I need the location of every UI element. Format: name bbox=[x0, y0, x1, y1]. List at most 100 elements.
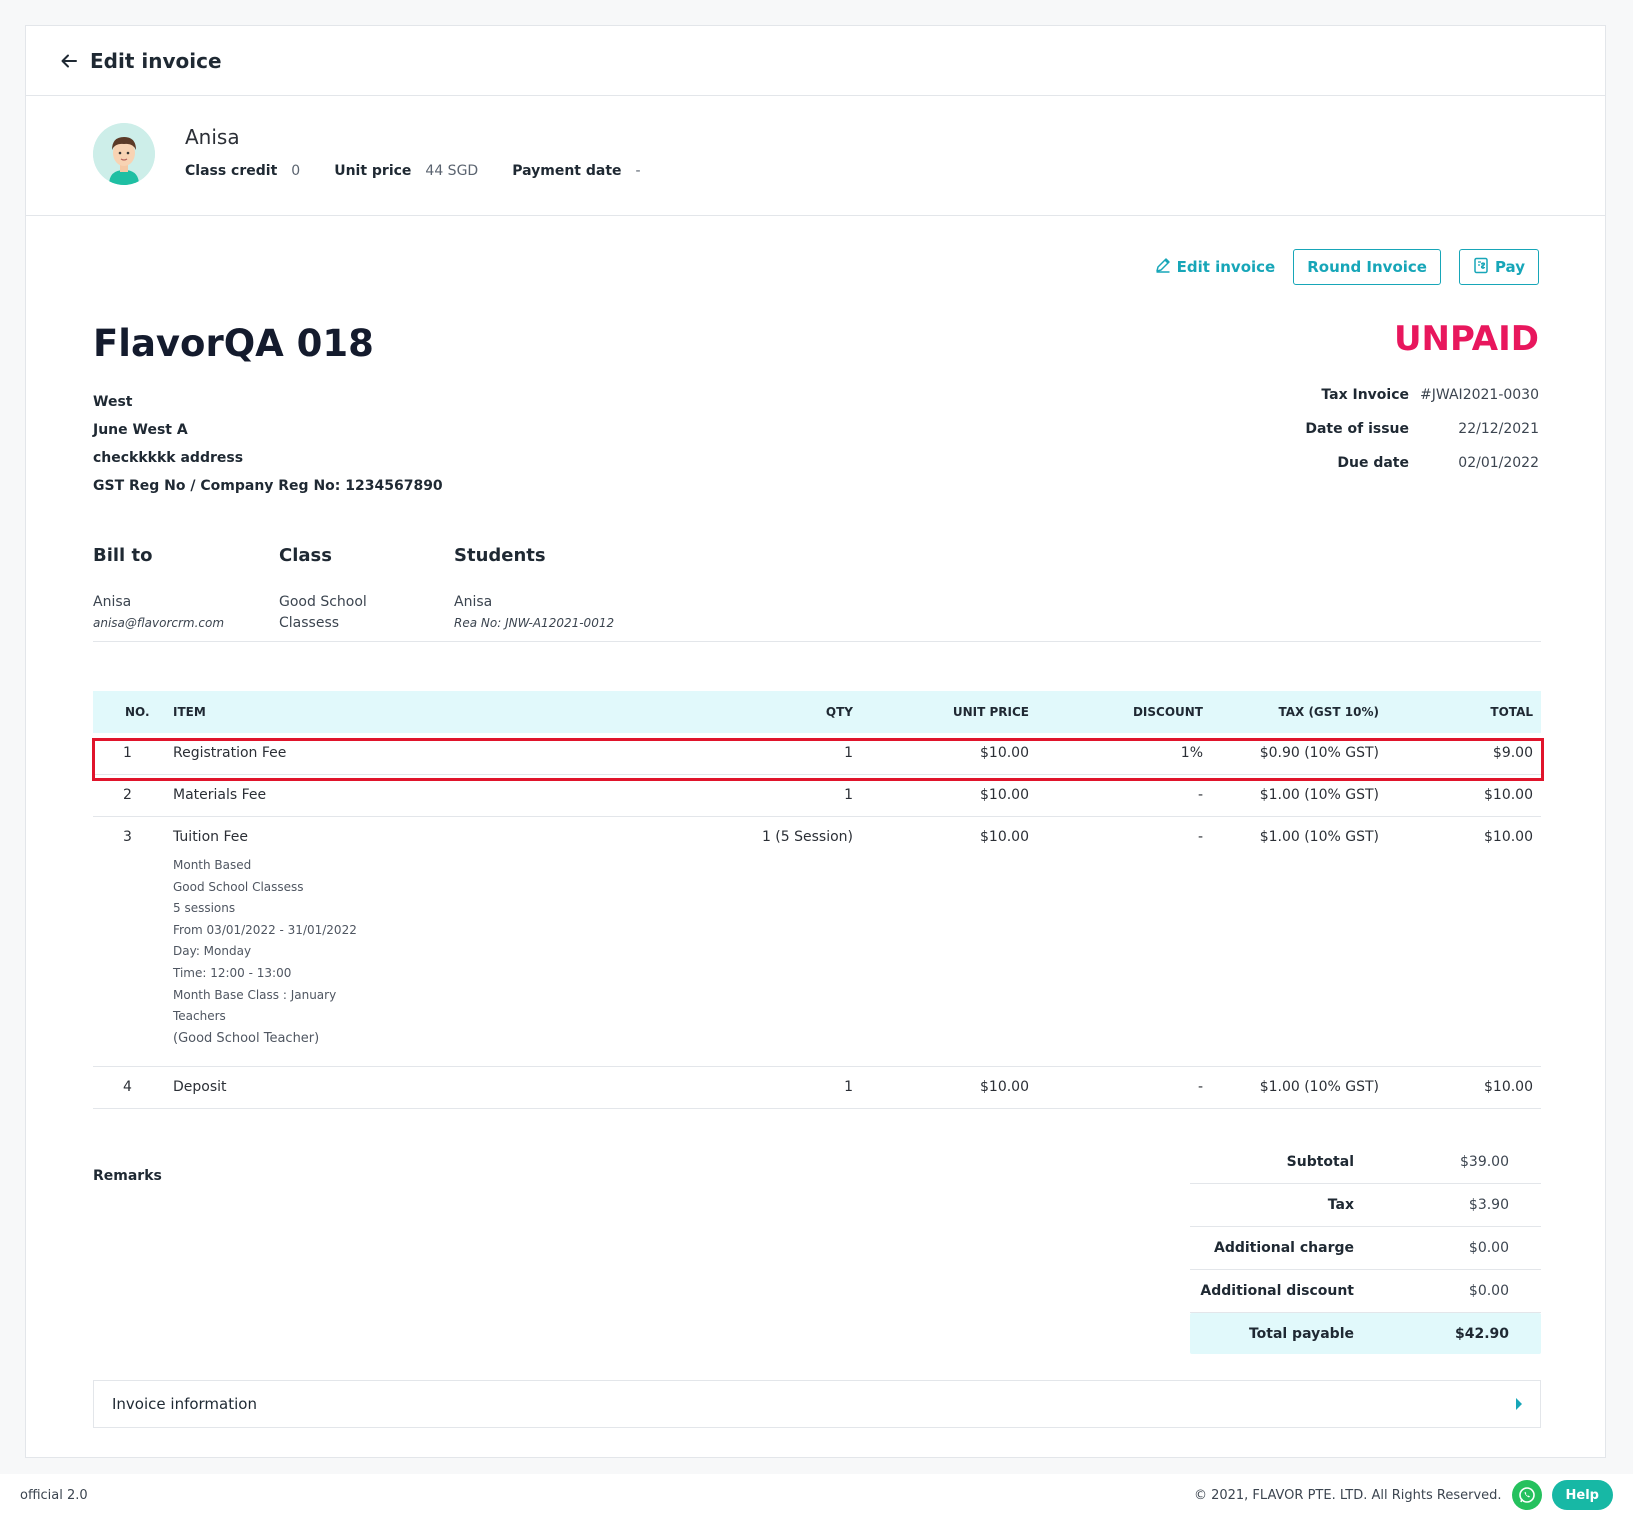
bill-to-email: anisa@flavorcrm.com bbox=[93, 616, 225, 630]
whatsapp-icon[interactable] bbox=[1511, 1480, 1542, 1510]
row-qty: 1 bbox=[844, 745, 853, 761]
row-item: Deposit bbox=[173, 1079, 227, 1095]
student-name: Anisa bbox=[454, 594, 493, 610]
version-text: official 2.0 bbox=[20, 1487, 88, 1503]
total-label: Total payable bbox=[1248, 1325, 1354, 1342]
address-line: West bbox=[93, 394, 133, 410]
table-header: NO. ITEM QTY UNIT PRICE DISCOUNT TAX (GS… bbox=[93, 691, 1541, 733]
total-payable-row: Total payable $42.90 bbox=[1190, 1313, 1541, 1354]
edit-invoice-button[interactable]: Edit invoice bbox=[1155, 257, 1276, 277]
row-total: $10.00 bbox=[1484, 1079, 1533, 1095]
col-total: TOTAL bbox=[1490, 705, 1533, 719]
table-row: 4 Deposit 1 $10.00 - $1.00 (10% GST) $10… bbox=[93, 1067, 1541, 1109]
payment-date-value: - bbox=[635, 163, 641, 179]
row-no: 3 bbox=[123, 829, 132, 845]
row-tax: $1.00 (10% GST) bbox=[1259, 787, 1379, 803]
table-row: 1 Registration Fee 1 $10.00 1% $0.90 (10… bbox=[93, 733, 1541, 775]
total-label: Additional discount bbox=[1200, 1283, 1354, 1299]
invoice-information-toggle[interactable]: Invoice information bbox=[93, 1380, 1541, 1428]
col-no: NO. bbox=[125, 705, 150, 719]
detail-line: Month Base Class : January bbox=[173, 987, 337, 1002]
row-item: Materials Fee bbox=[173, 787, 267, 803]
row-discount: - bbox=[1197, 787, 1203, 803]
meta-value: 22/12/2021 bbox=[1458, 421, 1539, 437]
class-column: Class Good School Classess bbox=[279, 545, 367, 634]
bill-to-heading: Bill to bbox=[93, 545, 153, 566]
unit-price-value: 44 SGD bbox=[425, 163, 479, 179]
row-unit-price: $10.00 bbox=[980, 1079, 1029, 1095]
row-tax: $0.90 (10% GST) bbox=[1259, 745, 1379, 761]
col-discount: DISCOUNT bbox=[1132, 705, 1203, 719]
detail-line: (Good School Teacher) bbox=[173, 1030, 320, 1046]
total-label: Subtotal bbox=[1286, 1154, 1354, 1170]
row-no: 2 bbox=[123, 787, 132, 803]
round-invoice-button[interactable]: Round Invoice bbox=[1293, 249, 1441, 285]
copyright-text: © 2021, FLAVOR PTE. LTD. All Rights Rese… bbox=[1193, 1487, 1502, 1503]
additional-charge-row: Additional charge $0.00 bbox=[1190, 1227, 1541, 1270]
class-heading: Class bbox=[279, 545, 332, 566]
class-credit-value: 0 bbox=[291, 163, 301, 179]
tax-row: Tax $3.90 bbox=[1190, 1184, 1541, 1227]
pay-label: Pay bbox=[1494, 258, 1525, 276]
row-unit-price: $10.00 bbox=[980, 787, 1029, 803]
item-details: Month Based Good School Classess 5 sessi… bbox=[173, 855, 723, 1049]
subtotal-row: Subtotal $39.00 bbox=[1190, 1141, 1541, 1184]
unit-price-label: Unit price bbox=[334, 163, 412, 179]
pencil-icon bbox=[1155, 257, 1171, 277]
due-date-row: Due date 02/01/2022 bbox=[1269, 446, 1539, 480]
total-value: $3.90 bbox=[1468, 1197, 1509, 1213]
student-reg-no: Rea No: JNW-A12021-0012 bbox=[454, 616, 615, 630]
row-no: 1 bbox=[123, 745, 132, 761]
total-value: $0.00 bbox=[1468, 1240, 1509, 1256]
invoice-actions: Edit invoice Round Invoice Pay bbox=[1155, 249, 1539, 285]
detail-line: From 03/01/2022 - 31/01/2022 bbox=[173, 922, 357, 937]
row-item: Registration Fee bbox=[173, 745, 287, 761]
additional-discount-row: Additional discount $0.00 bbox=[1190, 1270, 1541, 1313]
avatar-icon bbox=[93, 123, 155, 185]
row-unit-price: $10.00 bbox=[980, 829, 1029, 845]
row-total: $10.00 bbox=[1484, 787, 1533, 803]
total-value: $42.90 bbox=[1454, 1325, 1509, 1342]
meta-value: #JWAI2021-0030 bbox=[1420, 387, 1539, 403]
row-tax: $1.00 (10% GST) bbox=[1259, 1079, 1379, 1095]
student-name: Anisa bbox=[185, 125, 240, 149]
total-label: Additional charge bbox=[1213, 1240, 1354, 1256]
meta-label: Tax Invoice bbox=[1321, 387, 1409, 403]
row-qty: 1 bbox=[844, 787, 853, 803]
receipt-icon bbox=[1473, 257, 1489, 278]
total-value: $0.00 bbox=[1468, 1283, 1509, 1299]
footer-right: © 2021, FLAVOR PTE. LTD. All Rights Rese… bbox=[1194, 1480, 1613, 1510]
pay-button[interactable]: Pay bbox=[1458, 249, 1539, 285]
edit-invoice-label: Edit invoice bbox=[1176, 258, 1276, 276]
meta-label: Date of issue bbox=[1305, 421, 1409, 437]
detail-line: Good School Classess bbox=[173, 879, 304, 894]
row-total: $9.00 bbox=[1492, 745, 1533, 761]
invoice-meta: Tax Invoice #JWAI2021-0030 Date of issue… bbox=[1269, 378, 1539, 480]
page-title: Edit invoice bbox=[90, 48, 222, 73]
total-value: $39.00 bbox=[1460, 1154, 1509, 1170]
row-item-cell: Tuition Fee Month Based Good School Clas… bbox=[173, 817, 723, 1066]
detail-line: Day: Monday bbox=[173, 944, 252, 959]
footer: official 2.0 © 2021, FLAVOR PTE. LTD. Al… bbox=[0, 1474, 1633, 1516]
page-header: Edit invoice bbox=[26, 26, 1605, 96]
help-button[interactable]: Help bbox=[1551, 1480, 1613, 1510]
billing-section: Bill to Anisa anisa@flavorcrm.com Class … bbox=[93, 545, 1541, 642]
table-row: 2 Materials Fee 1 $10.00 - $1.00 (10% GS… bbox=[93, 775, 1541, 817]
col-tax: TAX (GST 10%) bbox=[1278, 705, 1379, 719]
students-column: Students Anisa Rea No: JNW-A12021-0012 bbox=[454, 545, 614, 630]
table-row: 3 Tuition Fee Month Based Good School Cl… bbox=[93, 817, 1541, 1067]
arrow-left-icon[interactable] bbox=[58, 50, 80, 72]
row-item: Tuition Fee bbox=[173, 829, 248, 845]
bill-to-name: Anisa bbox=[93, 594, 132, 610]
students-heading: Students bbox=[454, 545, 546, 566]
company-name: FlavorQA 018 bbox=[93, 322, 374, 365]
detail-line: Month Based bbox=[173, 858, 252, 872]
student-profile: Anisa Class credit 0 Unit price 44 SGD P… bbox=[26, 96, 1605, 216]
col-unit-price: UNIT PRICE bbox=[952, 705, 1029, 719]
address-line: GST Reg No / Company Reg No: 1234567890 bbox=[93, 478, 443, 494]
row-qty: 1 (5 Session) bbox=[761, 829, 853, 845]
chevron-right-icon bbox=[1516, 1398, 1522, 1410]
totals-summary: Subtotal $39.00 Tax $3.90 Additional cha… bbox=[1190, 1141, 1541, 1354]
row-no: 4 bbox=[123, 1079, 132, 1095]
address-line: June West A bbox=[93, 422, 188, 438]
